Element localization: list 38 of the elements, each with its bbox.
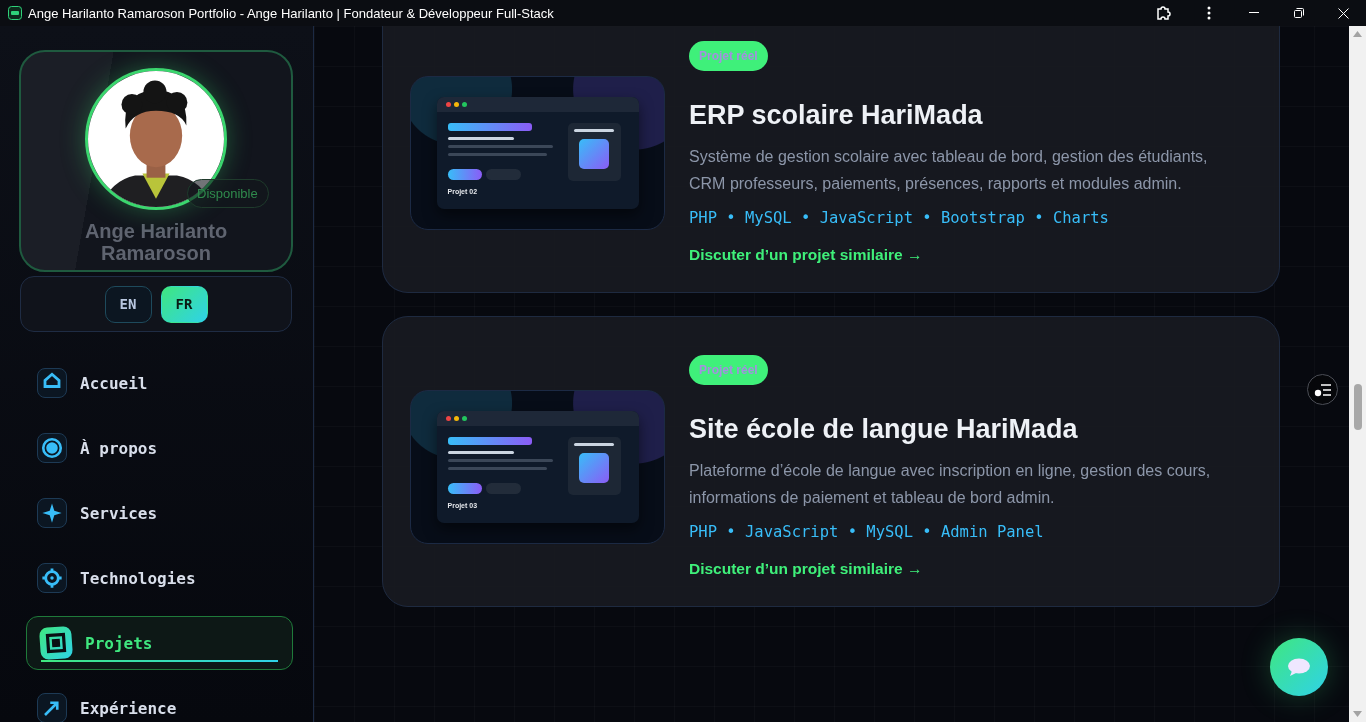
- nav-item[interactable]: Services: [19, 498, 293, 528]
- target-icon: [37, 433, 67, 463]
- nav-item[interactable]: Expérience: [19, 693, 293, 722]
- list-icon: [1313, 382, 1332, 397]
- language-button[interactable]: FR: [160, 285, 208, 323]
- sparkle-icon: [37, 498, 67, 528]
- close-icon[interactable]: [1338, 7, 1349, 19]
- gear-icon: [37, 563, 67, 593]
- status-badge: Disponible: [187, 179, 269, 208]
- tech-stack: PHP • JavaScript • MySQL • Admin Panel: [689, 523, 1044, 541]
- project-description: Plateforme d’école de langue avec inscription en ligne, gestion des cours, informations de paiement et tableau de bord admin.: [689, 461, 1212, 508]
- restore-icon[interactable]: [1293, 8, 1304, 18]
- project-description: Système de gestion scolaire avec tableau de bord, gestion des étudiants, CRM professeurs, paiements, présences, rapports et modules admin.: [689, 147, 1209, 194]
- chat-button[interactable]: [1270, 638, 1328, 696]
- speech-bubble-icon: [1287, 657, 1311, 677]
- scrollbar-thumb[interactable]: [1353, 384, 1362, 430]
- nav-item[interactable]: Accueil: [19, 368, 293, 398]
- site-logo-icon: [8, 6, 22, 20]
- nav-item[interactable]: Projets: [26, 616, 293, 670]
- project-title: ERP scolaire HariMada: [689, 99, 983, 131]
- extensions-icon[interactable]: [1155, 5, 1172, 21]
- project-badge: Projet réel: [689, 355, 768, 385]
- project-badge: Projet réel: [689, 41, 768, 71]
- nav-item[interactable]: Technologies: [19, 563, 293, 593]
- contact-link[interactable]: Discuter d’un projet similaire →: [689, 246, 923, 264]
- nav-item[interactable]: À propos: [19, 433, 293, 463]
- menu-icon[interactable]: [1206, 6, 1211, 20]
- square-icon: [38, 625, 74, 661]
- project-title: Site école de langue HariMada: [689, 413, 1078, 445]
- arrow-icon: [37, 693, 67, 722]
- table-of-contents-button[interactable]: [1307, 374, 1338, 405]
- minimize-icon[interactable]: [1248, 12, 1259, 14]
- contact-link[interactable]: Discuter d’un projet similaire →: [689, 560, 923, 578]
- language-button[interactable]: EN: [104, 285, 152, 323]
- home-icon: [37, 368, 67, 398]
- profile-name: Ange Harilanto Ramaroson: [84, 220, 228, 264]
- window-title: Ange Harilanto Ramaroson Portfolio - Ange Harilanto | Fondateur & Développeur Full-Stack: [28, 5, 555, 21]
- tech-stack: PHP • MySQL • JavaScript • Bootstrap • Charts: [689, 209, 1109, 227]
